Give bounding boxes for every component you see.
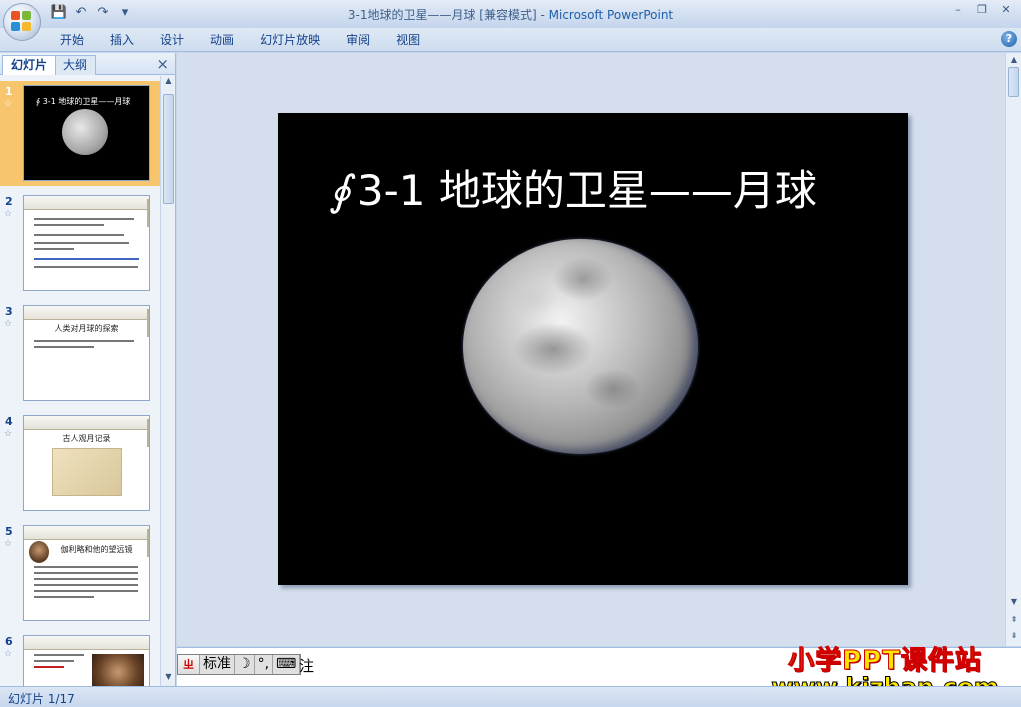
slide-thumbnails: 1 ☆ ∮ 3-1 地球的卫星——月球 2 ☆ 3 ☆ 人类对月球的探索 4 ☆… [0,76,160,686]
tab-home[interactable]: 开始 [47,32,97,48]
slide-number: 6 [5,635,13,648]
editor-scrollbar[interactable]: ▲ ▼ ⇞ ⇟ [1005,53,1021,646]
slide-number: 3 [5,305,13,318]
scroll-thumb[interactable] [163,94,174,204]
pane-tabs: 幻灯片 大纲 × [0,53,175,75]
slides-pane: 幻灯片 大纲 × 1 ☆ ∮ 3-1 地球的卫星——月球 2 ☆ 3 ☆ 人类对… [0,53,176,686]
slide-thumb-row[interactable]: 3 ☆ 人类对月球的探索 [0,301,160,406]
watermark-line1: 小学PPT课件站 [788,646,982,677]
slide-thumbnail[interactable]: 古人观月记录 [23,415,150,511]
scroll-down-icon[interactable]: ▼ [161,672,176,686]
ime-moon-icon[interactable]: ☽ [235,655,255,674]
tab-view[interactable]: 视图 [383,32,433,48]
slide-editor: ∮ 3-1 地球的卫星——月球 [177,53,1005,646]
next-slide-icon[interactable]: ⇟ [1006,631,1021,640]
current-slide[interactable]: ∮ 3-1 地球的卫星——月球 [278,113,908,585]
slide-number: 5 [5,525,13,538]
window-controls: – ❐ ✕ [947,2,1017,18]
moon-image [62,109,108,155]
tab-design[interactable]: 设计 [147,32,197,48]
animation-star-icon: ☆ [4,209,13,219]
slide-thumb-row[interactable]: 2 ☆ [0,191,160,296]
ribbon-tabs: 开始 插入 设计 动画 幻灯片放映 审阅 视图 [47,32,433,48]
thumbnails-scrollbar[interactable]: ▲ ▼ [160,76,175,686]
animation-star-icon: ☆ [4,539,13,549]
slide-counter: 幻灯片 1/17 [8,692,75,706]
title-bar: 💾 ↶ ↷ ▾ 3-1地球的卫星——月球 [兼容模式] - Microsoft … [0,0,1021,28]
ime-mode-button[interactable]: 标准 [200,655,235,674]
app-name: Microsoft PowerPoint [548,8,674,22]
thumb-title: 人类对月球的探索 [54,324,119,333]
ime-keyboard-icon[interactable]: ⌨ [273,655,301,674]
scroll-up-icon[interactable]: ▲ [1006,55,1021,64]
thumb-header-band [24,416,149,430]
document-name: 3-1地球的卫星——月球 [兼容模式] [347,8,537,22]
ancient-illustration-image [52,448,122,496]
slide-thumb-row[interactable]: 1 ☆ ∮ 3-1 地球的卫星——月球 [0,81,160,186]
office-button[interactable] [3,3,41,41]
tab-outline[interactable]: 大纲 [54,55,97,75]
tab-review[interactable]: 审阅 [333,32,383,48]
slide-thumbnail[interactable] [23,635,150,686]
notes-text[interactable]: 注 [299,655,314,676]
ime-punctuation-icon[interactable]: °, [255,655,274,674]
thumb-header-band [24,196,149,210]
animation-star-icon: ☆ [4,429,13,439]
slide-number: 1 [5,85,13,98]
thumb-title: ∮ 3-1 地球的卫星——月球 [36,97,131,106]
scroll-thumb[interactable] [1008,67,1019,97]
moon-image[interactable] [463,239,698,454]
restore-button[interactable]: ❐ [971,2,993,18]
thumb-header-band [24,636,149,650]
slide-thumb-row[interactable]: 5 ☆ 伽利略和他的望远镜 [0,521,160,626]
thumb-header-band [24,306,149,320]
minimize-button[interactable]: – [947,2,969,18]
ribbon: 开始 插入 设计 动画 幻灯片放映 审阅 视图 ? [0,28,1021,52]
integral-symbol: ∮ [329,166,351,215]
slide-number: 2 [5,195,13,208]
slide-title[interactable]: ∮ 3-1 地球的卫星——月球 [329,157,817,218]
slide-thumb-row[interactable]: 4 ☆ 古人观月记录 [0,411,160,516]
status-bar: 幻灯片 1/17 [0,686,1021,707]
office-logo-icon [11,11,33,33]
tab-animations[interactable]: 动画 [197,32,247,48]
tab-slideshow[interactable]: 幻灯片放映 [247,32,333,48]
scroll-up-icon[interactable]: ▲ [161,76,176,90]
slide-number: 4 [5,415,13,428]
slide-thumbnail[interactable]: ∮ 3-1 地球的卫星——月球 [23,85,150,181]
tab-slides[interactable]: 幻灯片 [2,55,57,75]
animation-star-icon: ☆ [4,649,13,659]
ime-logo-icon[interactable]: ㄓ [178,655,200,674]
previous-slide-icon[interactable]: ⇞ [1006,615,1021,624]
tab-insert[interactable]: 插入 [97,32,147,48]
animation-star-icon: ☆ [4,319,13,329]
close-icon[interactable]: × [156,55,169,73]
animation-star-icon: ☆ [4,99,13,109]
ime-toolbar[interactable]: ㄓ 标准 ☽ °, ⌨ [177,654,302,675]
thumb-title: 古人观月记录 [62,434,111,443]
slide-thumbnail[interactable]: 人类对月球的探索 [23,305,150,401]
scroll-down-icon[interactable]: ▼ [1006,597,1021,606]
help-icon[interactable]: ? [1001,31,1017,47]
close-button[interactable]: ✕ [995,2,1017,18]
thumb-header-band [24,526,149,540]
slide-thumbnail[interactable] [23,195,150,291]
galileo-portrait-image [92,654,144,686]
slide-thumbnail[interactable]: 伽利略和他的望远镜 [23,525,150,621]
slide-thumb-row[interactable]: 6 ☆ [0,631,160,686]
window-title: 3-1地球的卫星——月球 [兼容模式] - Microsoft PowerPoi… [347,8,674,22]
thumb-title: 伽利略和他的望远镜 [60,545,133,554]
